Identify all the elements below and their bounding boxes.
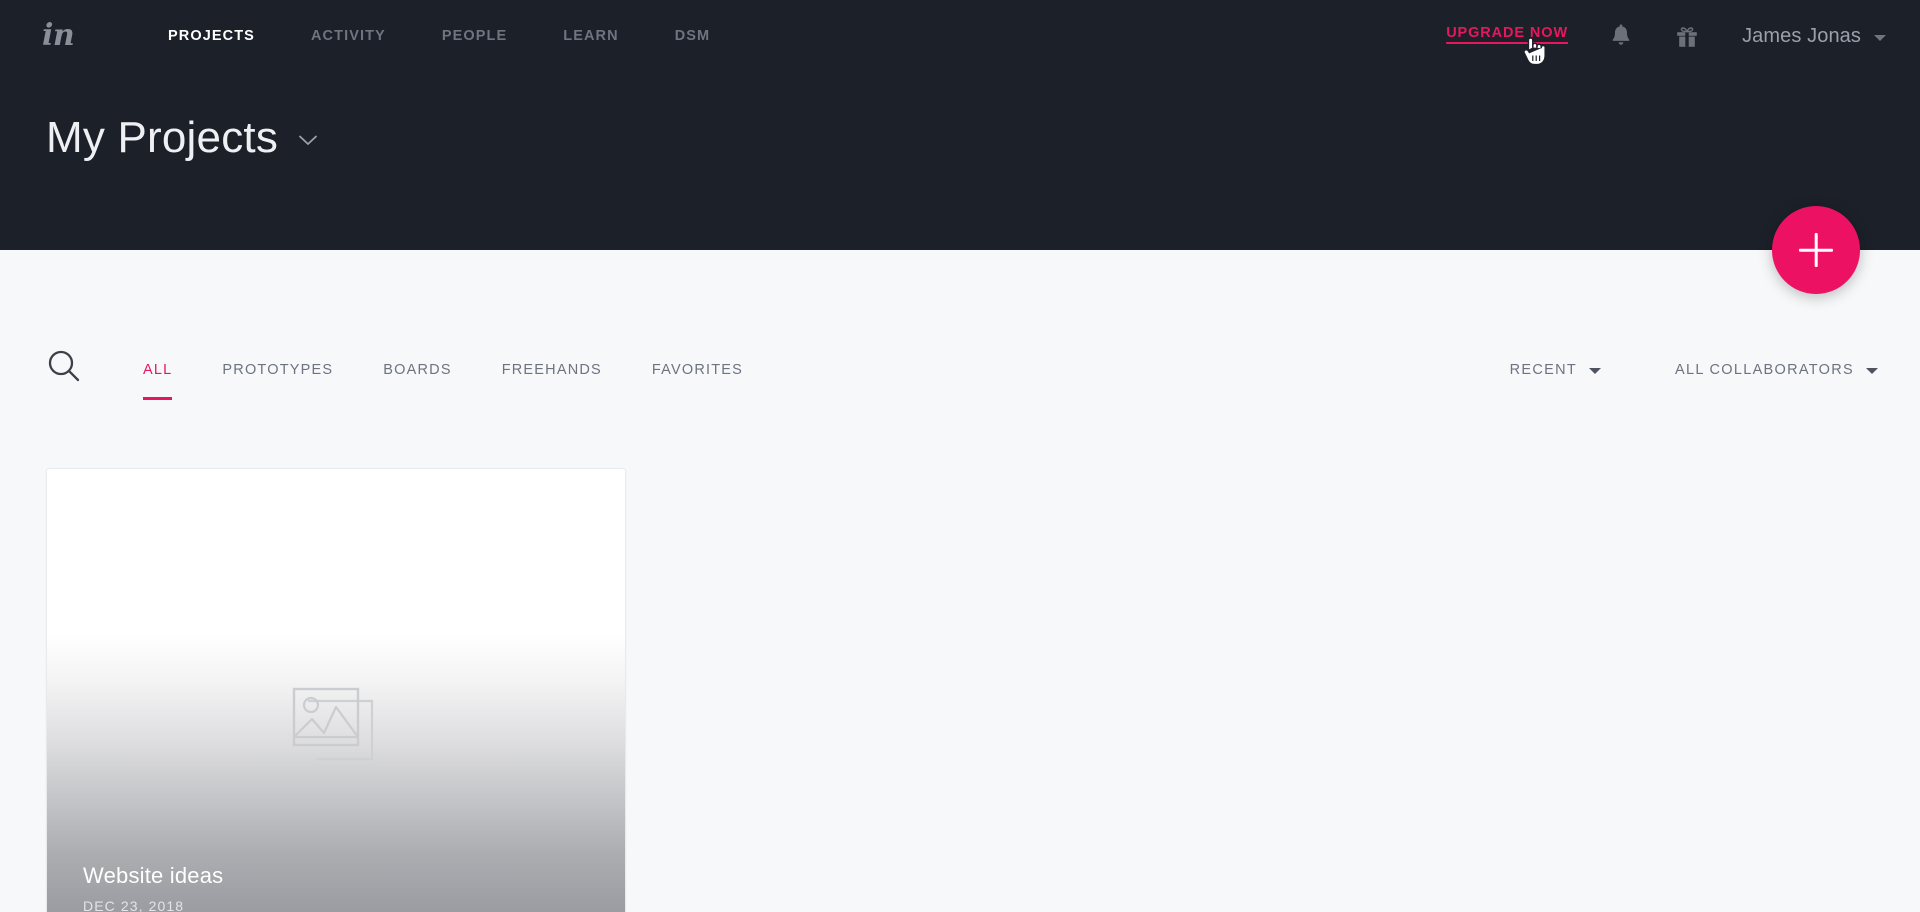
project-card-meta: Website ideas DEC 23, 2018 [83, 863, 223, 912]
filter-dropdowns: RECENT ALL COLLABORATORS [1510, 362, 1878, 378]
image-placeholder-icon [288, 681, 384, 778]
user-menu[interactable]: James Jonas [1742, 25, 1886, 48]
chevron-down-icon [298, 134, 318, 152]
invision-logo-icon[interactable]: in [42, 16, 86, 56]
caret-down-icon [1589, 368, 1602, 374]
tab-prototypes[interactable]: PROTOTYPES [222, 340, 333, 400]
plus-icon [1799, 233, 1833, 267]
tab-all[interactable]: ALL [143, 340, 173, 400]
project-card-title: Website ideas [83, 862, 224, 888]
user-name-label: James Jonas [1742, 24, 1861, 47]
gift-icon[interactable] [1674, 23, 1700, 49]
filter-toolbar: ALL PROTOTYPES BOARDS FREEHANDS FAVORITE… [0, 340, 1920, 400]
project-card[interactable]: Website ideas DEC 23, 2018 [46, 468, 626, 912]
top-navigation-bar: in PROJECTS ACTIVITY PEOPLE LEARN DSM UP… [0, 0, 1920, 72]
filter-tabs: ALL PROTOTYPES BOARDS FREEHANDS FAVORITE… [143, 340, 793, 400]
nav-item-dsm[interactable]: DSM [675, 28, 711, 44]
sort-dropdown[interactable]: RECENT [1509, 362, 1602, 378]
caret-down-icon [1866, 368, 1878, 374]
main-nav-links: PROJECTS ACTIVITY PEOPLE LEARN DSM [168, 28, 710, 44]
nav-item-activity[interactable]: ACTIVITY [311, 28, 386, 44]
project-grid: Website ideas DEC 23, 2018 [46, 468, 626, 912]
collaborators-dropdown[interactable]: ALL COLLABORATORS [1675, 362, 1878, 378]
upgrade-now-link[interactable]: UPGRADE NOW [1446, 25, 1568, 41]
search-icon[interactable] [46, 348, 82, 389]
nav-item-learn[interactable]: LEARN [563, 28, 618, 44]
tab-freehands[interactable]: FREEHANDS [502, 340, 602, 400]
bell-icon[interactable] [1608, 23, 1634, 49]
project-card-date: DEC 23, 2018 [83, 898, 185, 912]
tab-favorites[interactable]: FAVORITES [652, 340, 743, 400]
sort-dropdown-label: RECENT [1509, 362, 1578, 378]
nav-item-people[interactable]: PEOPLE [442, 28, 507, 44]
page-title: My Projects [46, 113, 279, 162]
collaborators-dropdown-label: ALL COLLABORATORS [1675, 362, 1854, 378]
page-title-dropdown[interactable]: My Projects [46, 116, 318, 160]
create-new-button[interactable] [1772, 206, 1860, 294]
chevron-down-icon [1874, 35, 1886, 41]
top-navigation-right: UPGRADE NOW James Jonas [1446, 0, 1886, 72]
nav-item-projects[interactable]: PROJECTS [168, 28, 255, 44]
tab-boards[interactable]: BOARDS [383, 340, 451, 400]
invision-logo-text: in [42, 18, 75, 53]
dark-header-banner: in PROJECTS ACTIVITY PEOPLE LEARN DSM UP… [0, 0, 1920, 250]
